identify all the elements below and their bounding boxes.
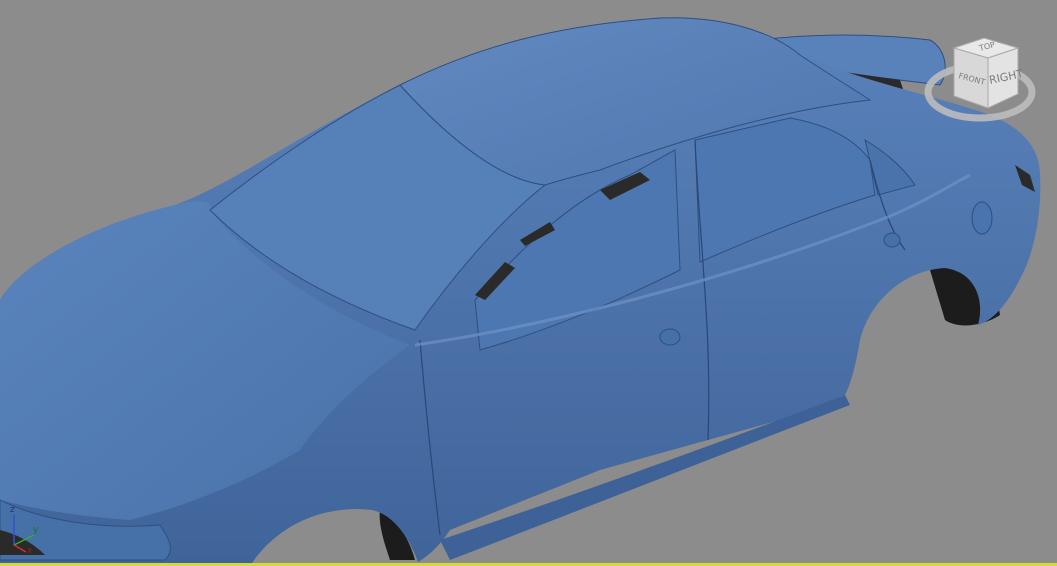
car-body-model[interactable] — [0, 0, 1057, 566]
fuel-cap — [971, 201, 993, 235]
x-axis-line — [13, 544, 27, 553]
x-axis-label: x — [27, 546, 33, 555]
front-door-handle — [659, 328, 681, 346]
z-axis-label: z — [10, 505, 15, 515]
y-axis-label: y — [33, 525, 39, 535]
3d-viewport[interactable]: TOP FRONT RIGHT z y x — [0, 0, 1057, 566]
y-axis-line — [13, 534, 35, 546]
viewcube-widget[interactable]: TOP FRONT RIGHT — [922, 30, 1052, 130]
axis-gizmo: z y x — [4, 500, 54, 556]
rear-door-handle — [883, 232, 901, 248]
